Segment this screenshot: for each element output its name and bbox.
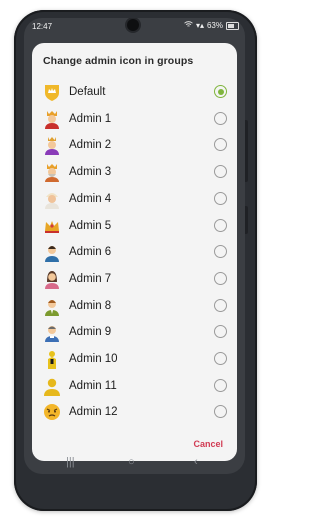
icon-option-row[interactable]: Admin 11 [32, 373, 237, 399]
radio-button[interactable] [214, 325, 227, 339]
radio-button[interactable] [214, 378, 227, 392]
king-avatar-icon [41, 108, 63, 130]
icon-option-row[interactable]: Admin 5 [32, 213, 237, 239]
phone-screen: 12:47 ▾▴ 63% Change admin icon in groups… [24, 18, 245, 474]
radio-button[interactable] [214, 298, 227, 312]
recent-apps-button[interactable]: ||| [66, 456, 75, 468]
man-avatar-icon [41, 241, 63, 263]
icon-option-row[interactable]: Admin 3 [32, 159, 237, 185]
option-label: Admin 6 [69, 246, 112, 259]
icon-option-list[interactable]: Default Admin 1 Admin 2 Admin 3 Admin 4 Admin… [32, 79, 237, 424]
person-silhouette-icon [41, 375, 63, 397]
officer-avatar-icon [41, 321, 63, 343]
icon-option-row[interactable]: Admin 4 [32, 186, 237, 212]
icon-option-row[interactable]: Admin 6 [32, 239, 237, 265]
back-button[interactable]: ‹ [194, 456, 198, 468]
option-label: Default [69, 86, 106, 98]
radio-button[interactable] [214, 191, 227, 205]
option-label: Admin 5 [69, 219, 112, 232]
angry-emoji-icon [41, 401, 63, 423]
radio-button[interactable] [214, 352, 227, 365]
option-label: Admin 4 [69, 192, 112, 205]
option-label: Admin 1 [69, 112, 112, 125]
businessman-avatar-icon [41, 295, 63, 317]
signal-icon: ▾▴ [195, 21, 204, 30]
radio-button[interactable] [214, 165, 227, 179]
radio-button[interactable] [214, 138, 227, 152]
crown-shield-icon [41, 81, 63, 103]
icon-option-row[interactable]: Admin 1 [32, 106, 237, 132]
dialog-title: Change admin icon in groups [43, 55, 194, 67]
option-label: Admin 9 [69, 326, 112, 339]
woman-avatar-icon [41, 268, 63, 290]
radio-button[interactable] [214, 405, 227, 419]
icon-option-row[interactable]: Admin 2 [32, 132, 237, 158]
option-label: Admin 12 [69, 406, 118, 419]
cancel-button[interactable]: Cancel [193, 439, 223, 449]
icon-option-row[interactable]: Admin 7 [32, 266, 237, 292]
radio-button[interactable] [214, 245, 227, 259]
radio-button[interactable] [214, 111, 227, 125]
option-label: Admin 10 [69, 353, 118, 365]
option-label: Admin 7 [69, 272, 112, 285]
radio-button[interactable] [214, 271, 227, 285]
bearded-king-avatar-icon [41, 161, 63, 183]
nav-bar: ||| ○ ‹ [24, 450, 245, 474]
icon-option-row[interactable]: Admin 10 [32, 346, 237, 372]
option-label: Admin 3 [69, 166, 112, 179]
battery-icon [226, 21, 239, 30]
option-label: Admin 11 [69, 379, 117, 392]
icon-option-row[interactable]: Default [32, 79, 237, 105]
battery-percent: 63% [206, 21, 223, 30]
home-button[interactable]: ○ [128, 456, 135, 468]
icon-option-row[interactable]: Admin 8 [32, 293, 237, 319]
icon-option-row[interactable]: Admin 12 [32, 399, 237, 424]
front-camera [127, 19, 139, 31]
status-time: 12:47 [32, 22, 53, 31]
icon-option-row[interactable]: Admin 9 [32, 319, 237, 345]
radio-button-selected[interactable] [214, 85, 227, 98]
radio-button[interactable] [214, 218, 227, 232]
wifi-icon [184, 21, 193, 30]
option-label: Admin 2 [69, 139, 112, 152]
queen-avatar-icon [41, 134, 63, 156]
status-bar: 12:47 ▾▴ 63% [24, 18, 245, 36]
golden-figure-icon [41, 348, 63, 370]
status-icons: ▾▴ 63% [184, 21, 239, 30]
crown-icon [41, 215, 63, 237]
admin-icon-dialog: Change admin icon in groups Default Admin… [32, 43, 237, 461]
turban-avatar-icon [41, 188, 63, 210]
option-label: Admin 8 [69, 299, 112, 312]
